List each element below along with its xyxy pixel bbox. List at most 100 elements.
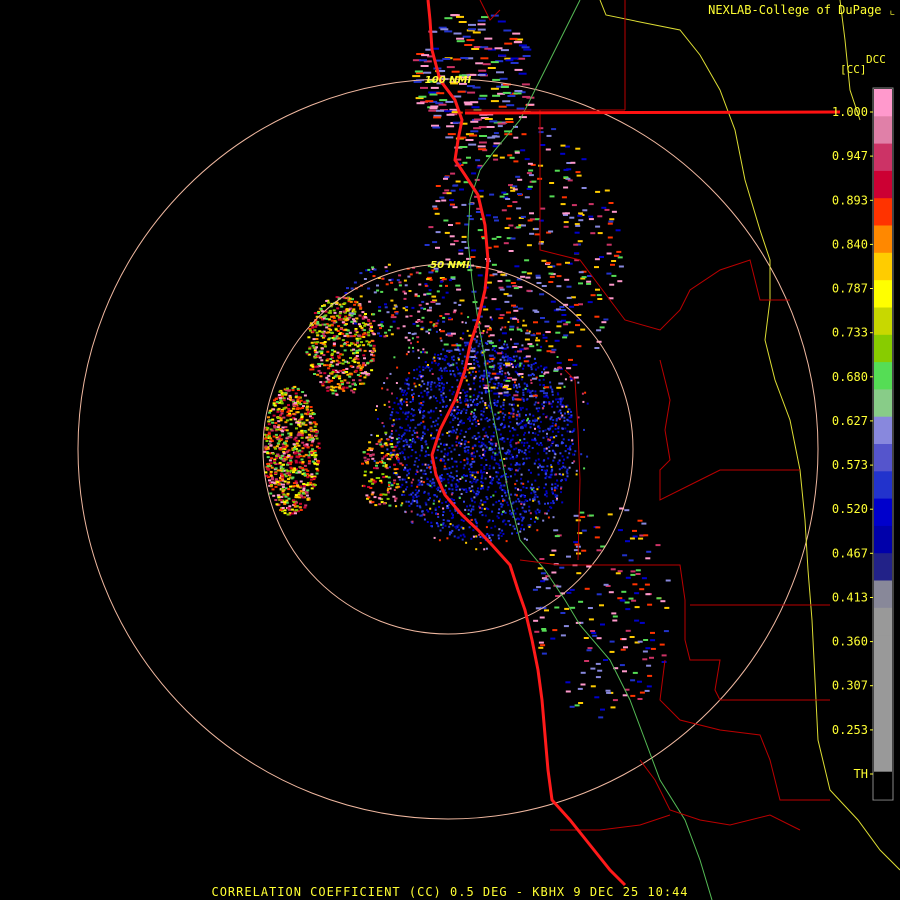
radar-echo-cell (304, 431, 308, 434)
radar-echo-cell (534, 362, 537, 364)
radar-echo-cell (302, 483, 306, 485)
colorbar-swatch (874, 143, 892, 172)
radar-echo-cell (382, 425, 385, 428)
radar-echo-cell (359, 369, 363, 372)
radar-echo-cell (418, 95, 427, 98)
radar-echo-cell (333, 389, 337, 392)
radar-echo-cell (271, 452, 275, 455)
radar-echo-cell (436, 384, 439, 387)
radar-echo-cell (489, 357, 495, 360)
radar-echo-cell (586, 402, 589, 405)
radar-echo-cell (467, 316, 470, 319)
radar-echo-cell (494, 413, 497, 416)
radar-echo-cell (476, 351, 479, 354)
radar-echo-cell (545, 472, 548, 475)
radar-echo-cell (482, 380, 485, 383)
radar-echo-cell (336, 307, 340, 310)
radar-echo-cell (280, 412, 284, 415)
radar-echo-cell (443, 177, 448, 180)
radar-echo-cell (540, 444, 543, 447)
radar-echo-cell (398, 418, 401, 421)
radar-echo-cell (535, 512, 538, 515)
radar-echo-cell (392, 307, 396, 310)
radar-echo-cell (519, 530, 522, 533)
radar-echo-cell (575, 519, 581, 522)
radar-echo-cell (534, 233, 540, 236)
radar-echo-cell (503, 458, 506, 460)
radar-echo-cell (481, 474, 484, 477)
radar-echo-cell (566, 410, 569, 413)
radar-echo-cell (298, 461, 302, 464)
radar-echo-cell (311, 326, 315, 329)
radar-echo-cell (502, 519, 505, 522)
radar-echo-cell (332, 343, 336, 345)
radar-echo-cell (521, 506, 524, 509)
radar-echo-cell (440, 353, 443, 356)
radar-echo-cell (488, 464, 491, 467)
radar-echo-cell (477, 145, 486, 148)
radar-echo-cell (554, 339, 560, 342)
radar-echo-cell (524, 449, 527, 452)
radar-echo-cell (530, 492, 533, 495)
radar-echo-cell (382, 464, 385, 467)
radar-echo-cell (525, 408, 528, 411)
radar-echo-cell (457, 417, 459, 420)
radar-echo-cell (479, 135, 487, 137)
radar-echo-cell (544, 320, 550, 323)
radar-echo-cell (457, 358, 460, 361)
radar-echo-cell (413, 439, 415, 442)
radar-echo-cell (297, 396, 301, 399)
radar-echo-cell (278, 440, 282, 443)
radar-echo-cell (563, 221, 569, 224)
radar-echo-cell (434, 494, 437, 497)
radar-echo-cell (597, 215, 603, 218)
radar-echo-cell (429, 381, 432, 384)
radar-echo-cell (487, 486, 490, 489)
radar-echo-cell (486, 497, 489, 500)
radar-echo-cell (414, 441, 417, 444)
radar-echo-cell (462, 533, 465, 536)
radar-echo-cell (480, 418, 483, 421)
radar-echo-cell (370, 339, 374, 342)
radar-echo-cell (498, 467, 501, 469)
radar-echo-cell (453, 58, 462, 61)
radar-echo-cell (526, 390, 529, 393)
radar-echo-cell (520, 408, 523, 411)
radar-echo-cell (463, 341, 469, 344)
radar-echo-cell (485, 507, 488, 510)
radar-echo-cell (556, 405, 559, 408)
radar-echo-cell (472, 86, 481, 89)
radar-echo-cell (513, 287, 519, 290)
radar-echo-cell (460, 312, 463, 315)
radar-echo-cell (571, 462, 574, 464)
radar-echo-cell (371, 350, 375, 353)
radar-echo-cell (641, 577, 647, 580)
radar-echo-cell (431, 478, 434, 481)
radar-echo-cell (421, 316, 425, 319)
radar-echo-cell (512, 383, 515, 386)
radar-echo-cell (545, 469, 548, 472)
radar-echo-cell (412, 322, 416, 325)
radar-echo-cell (390, 432, 393, 435)
radar-echo-cell (495, 471, 498, 474)
radar-echo-cell (553, 456, 556, 459)
radar-echo-cell (455, 180, 461, 183)
radar-echo-cell (372, 320, 376, 322)
radar-echo-cell (573, 243, 579, 246)
radar-echo-cell (446, 362, 449, 365)
radar-echo-cell (424, 440, 427, 443)
radar-echo-cell (305, 483, 309, 486)
radar-echo-cell (588, 215, 594, 218)
radar-echo-cell (523, 500, 526, 503)
radar-echo-cell (530, 382, 533, 384)
radar-echo-cell (317, 460, 321, 463)
radar-echo-cell (406, 474, 409, 477)
radar-echo-cell (418, 304, 422, 307)
radar-echo-cell (606, 272, 612, 275)
radar-echo-cell (597, 232, 603, 235)
radar-echo-cell (599, 604, 604, 607)
radar-echo-cell (609, 218, 615, 221)
radar-echo-cell (420, 469, 423, 472)
radar-echo-cell (387, 481, 391, 484)
radar-echo-cell (440, 394, 443, 397)
